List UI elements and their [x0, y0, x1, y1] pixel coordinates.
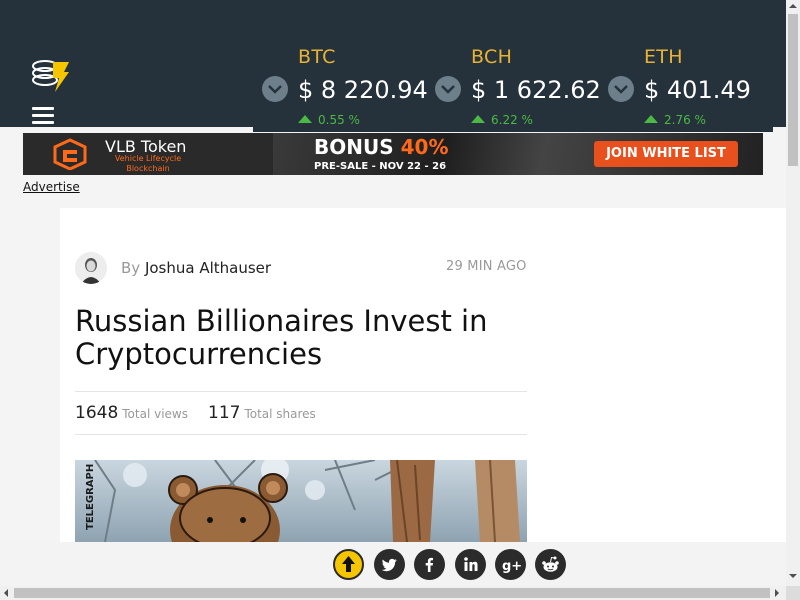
article-hero-image: TELEGRAPH: [75, 460, 527, 542]
article-stats: 1648 Total views 117 Total shares: [75, 403, 316, 423]
views-count: 1648: [75, 403, 119, 423]
banner-bonus: BONUS 40%: [314, 135, 449, 159]
divider: [75, 434, 527, 435]
up-triangle-icon: [644, 115, 658, 123]
horizontal-scroll-thumb[interactable]: [14, 588, 770, 598]
chevron-down-icon[interactable]: [608, 76, 634, 102]
shares-label: Total shares: [244, 407, 316, 421]
author-name-link[interactable]: Joshua Althauser: [145, 259, 271, 277]
vertical-scrollbar[interactable]: [786, 0, 800, 586]
up-triangle-icon: [471, 115, 485, 123]
ticker-bch[interactable]: BCH $ 1 622.62 6.22 %: [435, 46, 601, 127]
reddit-share-button[interactable]: [535, 549, 566, 580]
author-byline: By Joshua Althauser: [121, 259, 272, 277]
twitter-icon: [381, 558, 397, 572]
arrow-up-icon: [342, 556, 355, 572]
scrollbar-corner: [786, 586, 800, 600]
article-title: Russian Billionaires Invest in Cryptocur…: [75, 304, 488, 371]
divider: [75, 391, 527, 392]
menu-hamburger-icon[interactable]: [32, 107, 54, 125]
vertical-scroll-thumb[interactable]: [788, 14, 798, 166]
google-plus-share-button[interactable]: g+: [495, 549, 526, 580]
ticker-btc[interactable]: BTC $ 8 220.94 0.55 %: [262, 46, 428, 127]
site-logo-icon[interactable]: [31, 58, 71, 94]
chevron-down-icon[interactable]: [435, 76, 461, 102]
chevron-down-icon[interactable]: [262, 76, 288, 102]
ticker-price: $ 8 220.94: [298, 76, 428, 104]
ticker-change: 0.55 %: [298, 113, 360, 127]
linkedin-share-button[interactable]: [455, 549, 486, 580]
advertise-link[interactable]: Advertise: [23, 180, 80, 194]
scroll-left-arrow-icon[interactable]: [3, 589, 9, 597]
ticker-change: 2.76 %: [644, 113, 706, 127]
image-watermark: TELEGRAPH: [85, 464, 96, 530]
scroll-top-button[interactable]: [333, 549, 364, 580]
scroll-right-arrow-icon[interactable]: [774, 589, 780, 597]
join-whitelist-button[interactable]: JOIN WHITE LIST: [594, 141, 738, 167]
ticker-eth[interactable]: ETH $ 401.49 2.76 %: [608, 46, 751, 127]
views-label: Total views: [122, 407, 188, 421]
banner-tagline: Vehicle Lifecycle Blockchain: [114, 154, 182, 173]
vlb-cube-logo-icon: [53, 138, 87, 170]
google-plus-icon: g+: [502, 559, 522, 574]
twitter-share-button[interactable]: [374, 549, 405, 580]
horizontal-scrollbar[interactable]: [0, 586, 786, 600]
ticker-symbol: BTC: [298, 46, 336, 68]
author-avatar[interactable]: [75, 252, 107, 284]
scroll-down-arrow-icon[interactable]: [789, 573, 797, 579]
shares-count: 117: [208, 403, 241, 423]
price-ticker-strip: BTC $ 8 220.94 0.55 % BCH $ 1 622.62 6.2…: [253, 0, 773, 132]
facebook-share-button[interactable]: [414, 549, 445, 580]
ticker-price: $ 1 622.62: [471, 76, 601, 104]
ticker-symbol: ETH: [644, 46, 683, 68]
reddit-icon: [542, 556, 559, 572]
ticker-change: 6.22 %: [471, 113, 533, 127]
banner-ad[interactable]: VLB Token Vehicle Lifecycle Blockchain B…: [23, 133, 763, 175]
up-triangle-icon: [298, 115, 312, 123]
ticker-price: $ 401.49: [644, 76, 751, 104]
publish-time: 29 MIN AGO: [446, 259, 527, 274]
banner-presale: PRE-SALE - NOV 22 - 26: [314, 161, 447, 172]
ticker-symbol: BCH: [471, 46, 513, 68]
linkedin-icon: [464, 557, 478, 571]
facebook-icon: [425, 557, 433, 572]
scroll-up-arrow-icon[interactable]: [789, 3, 797, 9]
svg-text:g+: g+: [502, 559, 522, 574]
